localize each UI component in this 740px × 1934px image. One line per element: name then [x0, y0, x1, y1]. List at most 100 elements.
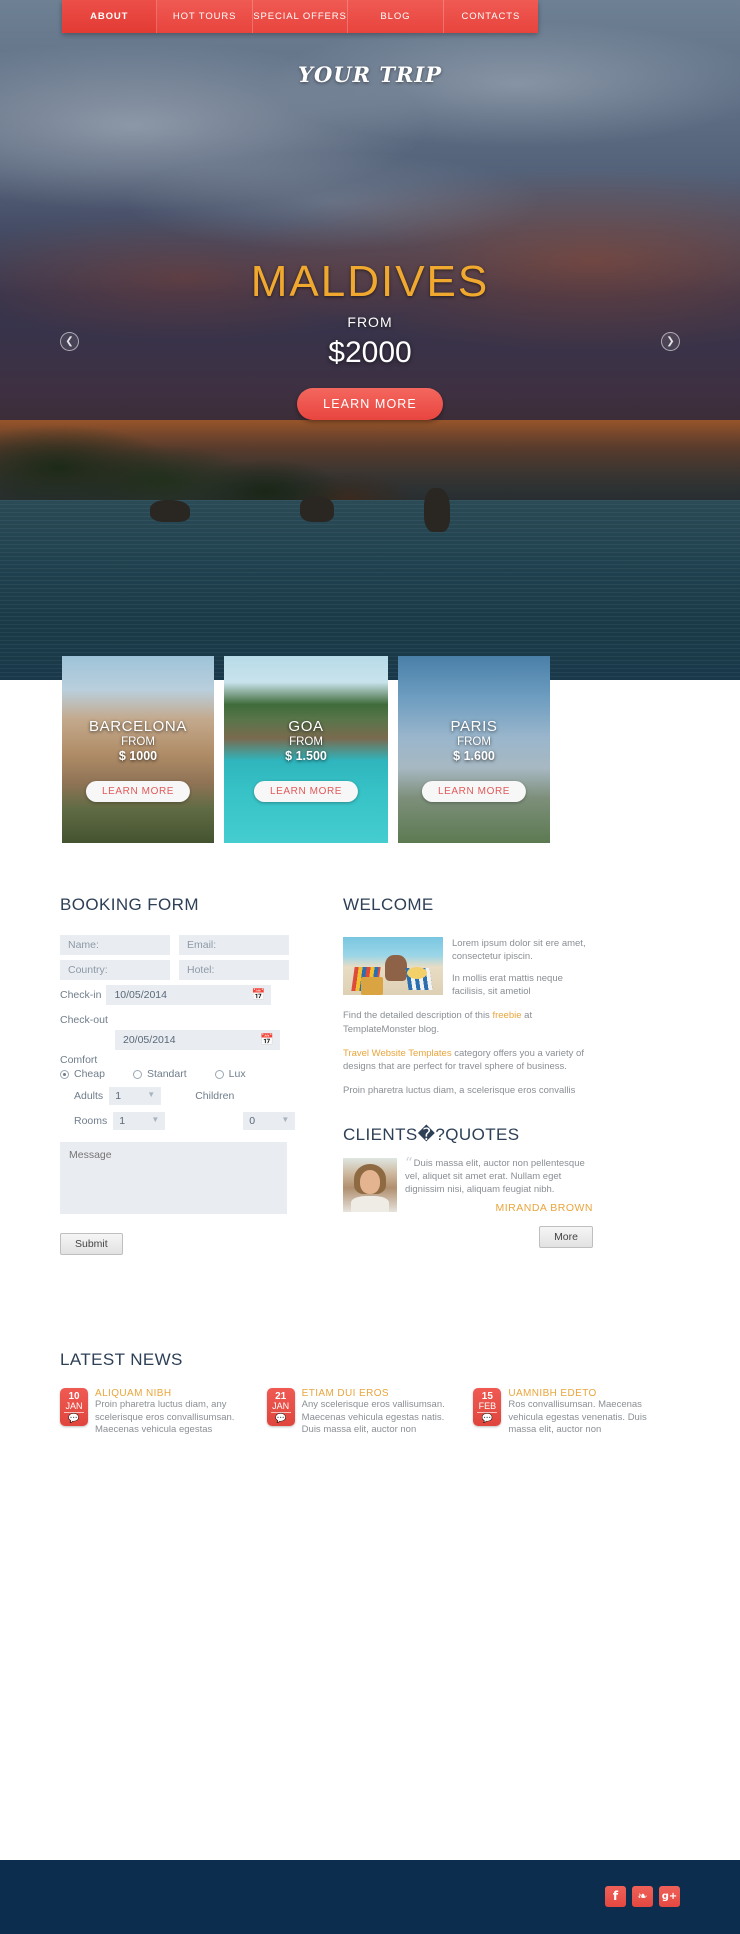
- children-select-wrap: ▼: [243, 1111, 296, 1130]
- news-item-text: Ros convallisumsan. Maecenas vehicula eg…: [508, 1399, 647, 1436]
- name-input[interactable]: [60, 935, 170, 955]
- comfort-option-cheap[interactable]: Cheap: [60, 1068, 105, 1080]
- card-name: BARCELONA: [89, 718, 187, 735]
- nav-item-about[interactable]: ABOUT: [62, 0, 158, 33]
- destination-card-paris[interactable]: PARIS FROM $ 1.600 LEARN MORE: [398, 656, 550, 843]
- destination-card-barcelona[interactable]: BARCELONA FROM $ 1000 LEARN MORE: [62, 656, 214, 843]
- welcome-intro: Lorem ipsum dolor sit ere amet, consecte…: [452, 938, 586, 963]
- welcome-intro-block: Lorem ipsum dolor sit ere amet, consecte…: [452, 937, 593, 998]
- comfort-option-label: Standart: [146, 1068, 187, 1080]
- radio-icon: [132, 1069, 142, 1079]
- beach-bag-shape: [361, 977, 383, 995]
- radio-icon: [214, 1069, 224, 1079]
- quote-author: MIRANDA BROWN: [495, 1202, 593, 1215]
- news-date-month: JAN: [65, 1401, 83, 1411]
- logo-text: YOUR TRIP: [297, 62, 443, 87]
- twitter-icon[interactable]: ❧: [632, 1886, 653, 1907]
- hero-title: MALDIVES: [250, 257, 490, 306]
- checkout-label: Check-out: [60, 1014, 108, 1026]
- calendar-icon[interactable]: 📅: [252, 988, 266, 1001]
- submit-button[interactable]: Submit: [60, 1233, 123, 1255]
- comfort-options: Cheap Standart Lux: [60, 1068, 310, 1080]
- nav-item-contacts[interactable]: CONTACTS: [444, 0, 538, 33]
- news-item-title[interactable]: ETIAM DUI EROS: [302, 1388, 460, 1399]
- nav-item-blog[interactable]: BLOG: [348, 0, 444, 33]
- card-from-label: FROM: [289, 736, 323, 748]
- quote-body: “ Duis massa elit, auctor non pellentesq…: [343, 1155, 593, 1215]
- checkout-row: Check-out 📅: [60, 1010, 310, 1050]
- name-email-row: [60, 935, 310, 955]
- booking-form: Check-in 📅 Check-out 📅 Comfort Cheap: [60, 935, 310, 1255]
- news-date-day: 15: [481, 1391, 493, 1402]
- calendar-icon[interactable]: 📅: [260, 1033, 274, 1046]
- checkin-input[interactable]: [106, 985, 272, 1005]
- card-price: $ 1.500: [285, 749, 327, 763]
- news-date-month: FEB: [478, 1401, 497, 1411]
- welcome-paragraph-find: Find the detailed description of this fr…: [343, 1009, 593, 1035]
- travel-website-templates-link[interactable]: Travel Website Templates: [343, 1048, 452, 1059]
- hero-prev-arrow[interactable]: ❮: [60, 332, 79, 351]
- news-list: 10 JAN 💬 ALIQUAM NIBH Proin pharetra luc…: [60, 1388, 680, 1437]
- card-caption: GOA FROM $ 1.500: [224, 718, 388, 763]
- news-item[interactable]: 15 FEB 💬 UAMNIBH EDETO Ros convallisumsa…: [473, 1388, 666, 1437]
- destination-card-goa[interactable]: GOA FROM $ 1.500 LEARN MORE: [224, 656, 388, 843]
- clients-quotes-section: CLIENTS�?QUOTES “ Duis massa elit, aucto…: [343, 1124, 593, 1249]
- client-avatar: [343, 1157, 397, 1212]
- children-label: Children: [195, 1089, 235, 1102]
- site-logo[interactable]: YOUR TRIP ✈: [0, 62, 740, 87]
- clients-quotes-title: CLIENTS�?QUOTES: [343, 1124, 520, 1144]
- adults-select[interactable]: [109, 1087, 162, 1105]
- comfort-option-standart[interactable]: Standart: [132, 1068, 187, 1080]
- card-price: $ 1.600: [453, 749, 495, 763]
- news-item-title[interactable]: UAMNIBH EDETO: [508, 1388, 666, 1399]
- google-plus-icon[interactable]: g+: [659, 1886, 680, 1907]
- facebook-icon[interactable]: f: [605, 1886, 626, 1907]
- couple-shape: [385, 955, 407, 981]
- destination-cards: BARCELONA FROM $ 1000 LEARN MORE GOA FRO…: [62, 656, 678, 843]
- card-learn-more-button[interactable]: LEARN MORE: [253, 781, 359, 802]
- freebie-link[interactable]: freebie: [492, 1010, 521, 1021]
- latest-news-section: LATEST NEWS 10 JAN 💬 ALIQUAM NIBH Proin …: [60, 1350, 680, 1437]
- booking-form-section: BOOKING FORM Check-in 📅 Check-out: [60, 895, 310, 1255]
- news-item-title[interactable]: ALIQUAM NIBH: [95, 1388, 253, 1399]
- nav-item-hot-tours[interactable]: HOT TOURS: [157, 0, 253, 33]
- social-links: f ❧ g+: [599, 1886, 680, 1907]
- card-name: PARIS: [450, 718, 498, 735]
- country-input[interactable]: [60, 960, 170, 980]
- news-item[interactable]: 10 JAN 💬 ALIQUAM NIBH Proin pharetra luc…: [60, 1388, 253, 1437]
- rooms-label: Rooms: [74, 1114, 108, 1127]
- welcome-paragraph-category: Travel Website Templates category offers…: [343, 1047, 593, 1073]
- hero-rock: [150, 500, 190, 522]
- welcome-find-text-1: Find the detailed description of this: [343, 1010, 493, 1022]
- hero-next-arrow[interactable]: ❯: [661, 332, 680, 351]
- checkout-field-wrap: 📅: [115, 1030, 280, 1050]
- hero-learn-more-button[interactable]: LEARN MORE: [297, 388, 443, 421]
- news-item[interactable]: 21 JAN 💬 ETIAM DUI EROS Any scelerisque …: [266, 1388, 460, 1437]
- card-learn-more-button[interactable]: LEARN MORE: [421, 781, 527, 802]
- comfort-option-lux[interactable]: Lux: [214, 1068, 246, 1080]
- card-price: $ 1000: [118, 749, 158, 763]
- hotel-input[interactable]: [179, 960, 289, 980]
- body-shape: [351, 1195, 389, 1212]
- checkout-input[interactable]: [115, 1030, 280, 1050]
- nav-item-special-offers[interactable]: SPECIAL OFFERS: [253, 0, 349, 33]
- card-learn-more-button[interactable]: LEARN MORE: [85, 781, 191, 802]
- news-item-text: Proin pharetra luctus diam, any sceleris…: [95, 1399, 235, 1436]
- welcome-paragraph-last: Proin pharetra luctus diam, a scelerisqu…: [343, 1084, 576, 1096]
- news-text-block: UAMNIBH EDETO Ros convallisumsan. Maecen…: [508, 1388, 666, 1437]
- card-name: GOA: [288, 718, 324, 735]
- welcome-intro-2: In mollis erat mattis neque facilisis, s…: [452, 973, 563, 998]
- more-button[interactable]: More: [539, 1226, 593, 1249]
- welcome-body: Lorem ipsum dolor sit ere amet, consecte…: [343, 937, 593, 998]
- rooms-select[interactable]: [113, 1112, 166, 1130]
- adults-label: Adults: [74, 1089, 104, 1102]
- email-input[interactable]: [179, 935, 289, 955]
- children-select[interactable]: [243, 1112, 296, 1130]
- hero-rock: [424, 488, 450, 532]
- card-from-label: FROM: [121, 736, 155, 748]
- news-date-day: 10: [68, 1391, 80, 1402]
- main-navigation: ABOUT HOT TOURS SPECIAL OFFERS BLOG CONT…: [62, 0, 538, 33]
- booking-form-title: BOOKING FORM: [60, 895, 199, 914]
- hero-banner: ❮ ❯ MALDIVES FROM $2000 LEARN MORE: [0, 0, 740, 680]
- message-textarea[interactable]: [60, 1142, 287, 1214]
